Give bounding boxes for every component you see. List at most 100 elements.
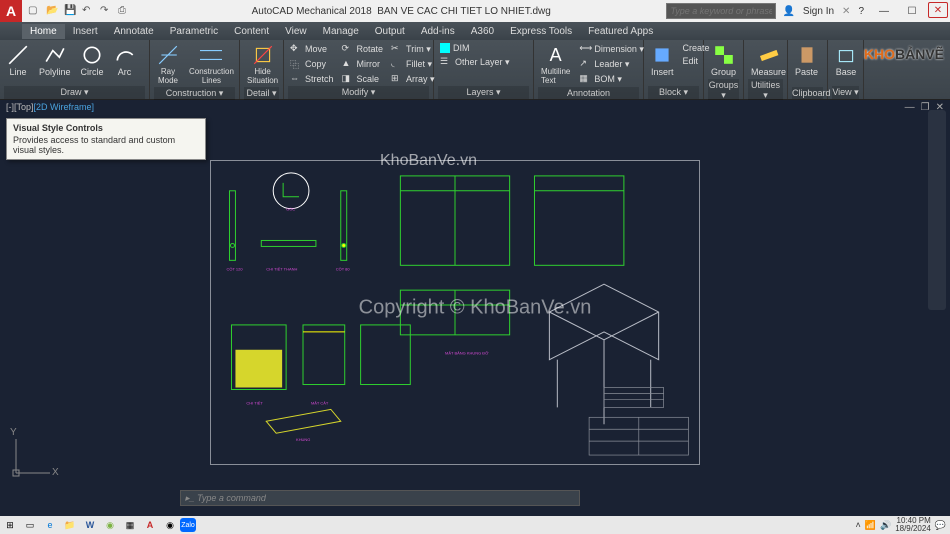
panel-draw-label[interactable]: Draw ▾ [4, 86, 145, 99]
minimize-button[interactable]: — [870, 0, 898, 22]
tray-up-icon[interactable]: ˄ [855, 520, 860, 530]
tab-manage[interactable]: Manage [315, 24, 367, 39]
panel-view-label[interactable]: View ▾ [832, 86, 859, 99]
word-icon[interactable]: W [80, 516, 100, 534]
tab-annotate[interactable]: Annotate [106, 24, 162, 39]
drawing-viewport[interactable]: [-][Top][2D Wireframe] — ❐ ✕ Visual Styl… [0, 100, 950, 516]
ucs-icon: X Y [8, 431, 58, 486]
leader-button[interactable]: ↗Leader ▾ [577, 57, 646, 71]
khobanve-logo: KHOBẢNVẼ [864, 46, 944, 62]
move-icon: ✥ [290, 43, 302, 55]
circle-button[interactable]: Circle [78, 42, 107, 79]
insert-block-button[interactable]: Insert [648, 42, 677, 79]
notifications-icon[interactable]: 💬 [935, 520, 946, 531]
exchange-icon[interactable]: ✕ [842, 6, 850, 17]
help-icon[interactable]: ? [858, 6, 864, 17]
tab-addins[interactable]: Add-ins [413, 24, 463, 39]
layer-color-swatch[interactable]: DIM [438, 42, 529, 54]
clock[interactable]: 10:40 PM 18/9/2024 [895, 517, 931, 533]
app-icon-1[interactable]: ◉ [100, 516, 120, 534]
qat-new-icon[interactable]: ▢ [28, 5, 40, 17]
hide-situation-button[interactable]: Hide Situation [244, 42, 281, 87]
qat-redo-icon[interactable]: ↷ [100, 5, 112, 17]
svg-text:CHI TIẾT: CHI TIẾT [246, 400, 263, 405]
app-logo[interactable]: A [0, 0, 22, 22]
scale-button[interactable]: ◨Scale [340, 72, 386, 86]
qat-open-icon[interactable]: 📂 [46, 5, 58, 17]
polyline-button[interactable]: Polyline [36, 42, 74, 79]
paste-button[interactable]: Paste [792, 42, 821, 79]
panel-modify-label[interactable]: Modify ▾ [288, 86, 429, 99]
volume-icon[interactable]: 🔊 [880, 520, 891, 531]
text-icon: A [545, 44, 567, 66]
bom-button[interactable]: ▦BOM ▾ [577, 72, 646, 86]
panel-utilities-label[interactable]: Utilities ▾ [748, 79, 783, 102]
tab-parametric[interactable]: Parametric [162, 24, 226, 39]
measure-button[interactable]: Measure [748, 42, 789, 79]
chrome-icon[interactable]: ◉ [160, 516, 180, 534]
tab-output[interactable]: Output [367, 24, 413, 39]
zalo-icon[interactable]: Zalo [180, 518, 196, 532]
group-icon [713, 44, 735, 66]
hide-icon [252, 44, 274, 66]
stretch-button[interactable]: ⇔Stretch [288, 72, 336, 86]
multiline-text-button[interactable]: AMultiline Text [538, 42, 573, 87]
panel-detail-label[interactable]: Detail ▾ [244, 87, 279, 100]
trim-icon: ✂ [391, 43, 403, 55]
qat-save-icon[interactable]: 💾 [64, 5, 76, 17]
panel-layers-label[interactable]: Layers ▾ [438, 86, 529, 99]
layers-icon: ☰ [440, 56, 452, 68]
tab-home[interactable]: Home [22, 24, 65, 39]
tab-content[interactable]: Content [226, 24, 277, 39]
panel-construction-label[interactable]: Construction ▾ [154, 87, 235, 100]
edge-icon[interactable]: e [40, 516, 60, 534]
rotate-icon: ⟳ [342, 43, 354, 55]
move-button[interactable]: ✥Move [288, 42, 336, 56]
tab-express[interactable]: Express Tools [502, 24, 580, 39]
paste-icon [796, 44, 818, 66]
dimension-button[interactable]: ⟷Dimension ▾ [577, 42, 646, 56]
rotate-button[interactable]: ⟳Rotate [340, 42, 386, 56]
array-button[interactable]: ⊞Array ▾ [389, 72, 437, 86]
ucs-x-label: X [52, 467, 59, 478]
start-button[interactable]: ⊞ [0, 516, 20, 534]
app-icon-2[interactable]: ▦ [120, 516, 140, 534]
base-view-button[interactable]: Base [832, 42, 860, 79]
construction-lines-button[interactable]: Construction Lines [186, 42, 237, 87]
copy-button[interactable]: ⿻Copy [288, 57, 336, 71]
signin-icon[interactable]: 👤 [782, 6, 794, 17]
mirror-button[interactable]: ▲Mirror [340, 57, 386, 71]
wifi-icon[interactable]: 📶 [865, 520, 876, 531]
group-button[interactable]: Group [708, 42, 739, 79]
construction-lines-icon [200, 44, 222, 66]
close-button[interactable]: ✕ [928, 2, 948, 18]
viewport-label[interactable]: [-][Top][2D Wireframe] [6, 102, 94, 112]
vp-minimize-icon[interactable]: — [905, 102, 915, 113]
autocad-taskbar-icon[interactable]: A [140, 516, 160, 534]
ray-mode-button[interactable]: Ray Mode [154, 42, 182, 87]
fillet-button[interactable]: ◟Fillet ▾ [389, 57, 437, 71]
copy-icon: ⿻ [290, 58, 302, 70]
panel-block-label[interactable]: Block ▾ [648, 86, 699, 99]
command-prompt-icon: ▸_ [185, 493, 195, 504]
maximize-button[interactable]: ☐ [898, 0, 926, 22]
tab-a360[interactable]: A360 [463, 24, 502, 39]
panel-groups-label[interactable]: Groups ▾ [708, 79, 739, 102]
search-input[interactable] [666, 3, 776, 19]
qat-undo-icon[interactable]: ↶ [82, 5, 94, 17]
tab-featured[interactable]: Featured Apps [580, 24, 661, 39]
explorer-icon[interactable]: 📁 [60, 516, 80, 534]
tab-view[interactable]: View [277, 24, 315, 39]
signin-label[interactable]: Sign In [803, 6, 834, 17]
navigation-bar[interactable] [928, 110, 946, 310]
trim-button[interactable]: ✂Trim ▾ [389, 42, 437, 56]
panel-clipboard-label: Clipboard [792, 87, 823, 99]
command-line[interactable]: ▸_ Type a command [180, 490, 580, 506]
tab-insert[interactable]: Insert [65, 24, 106, 39]
window-title: AutoCAD Mechanical 2018 BAN VE CAC CHI T… [136, 6, 666, 17]
taskview-icon[interactable]: ▭ [20, 516, 40, 534]
other-layer-button[interactable]: ☰Other Layer ▾ [438, 55, 529, 69]
qat-print-icon[interactable]: ⎙ [118, 5, 130, 17]
arc-button[interactable]: Arc [111, 42, 139, 79]
line-button[interactable]: Line [4, 42, 32, 79]
